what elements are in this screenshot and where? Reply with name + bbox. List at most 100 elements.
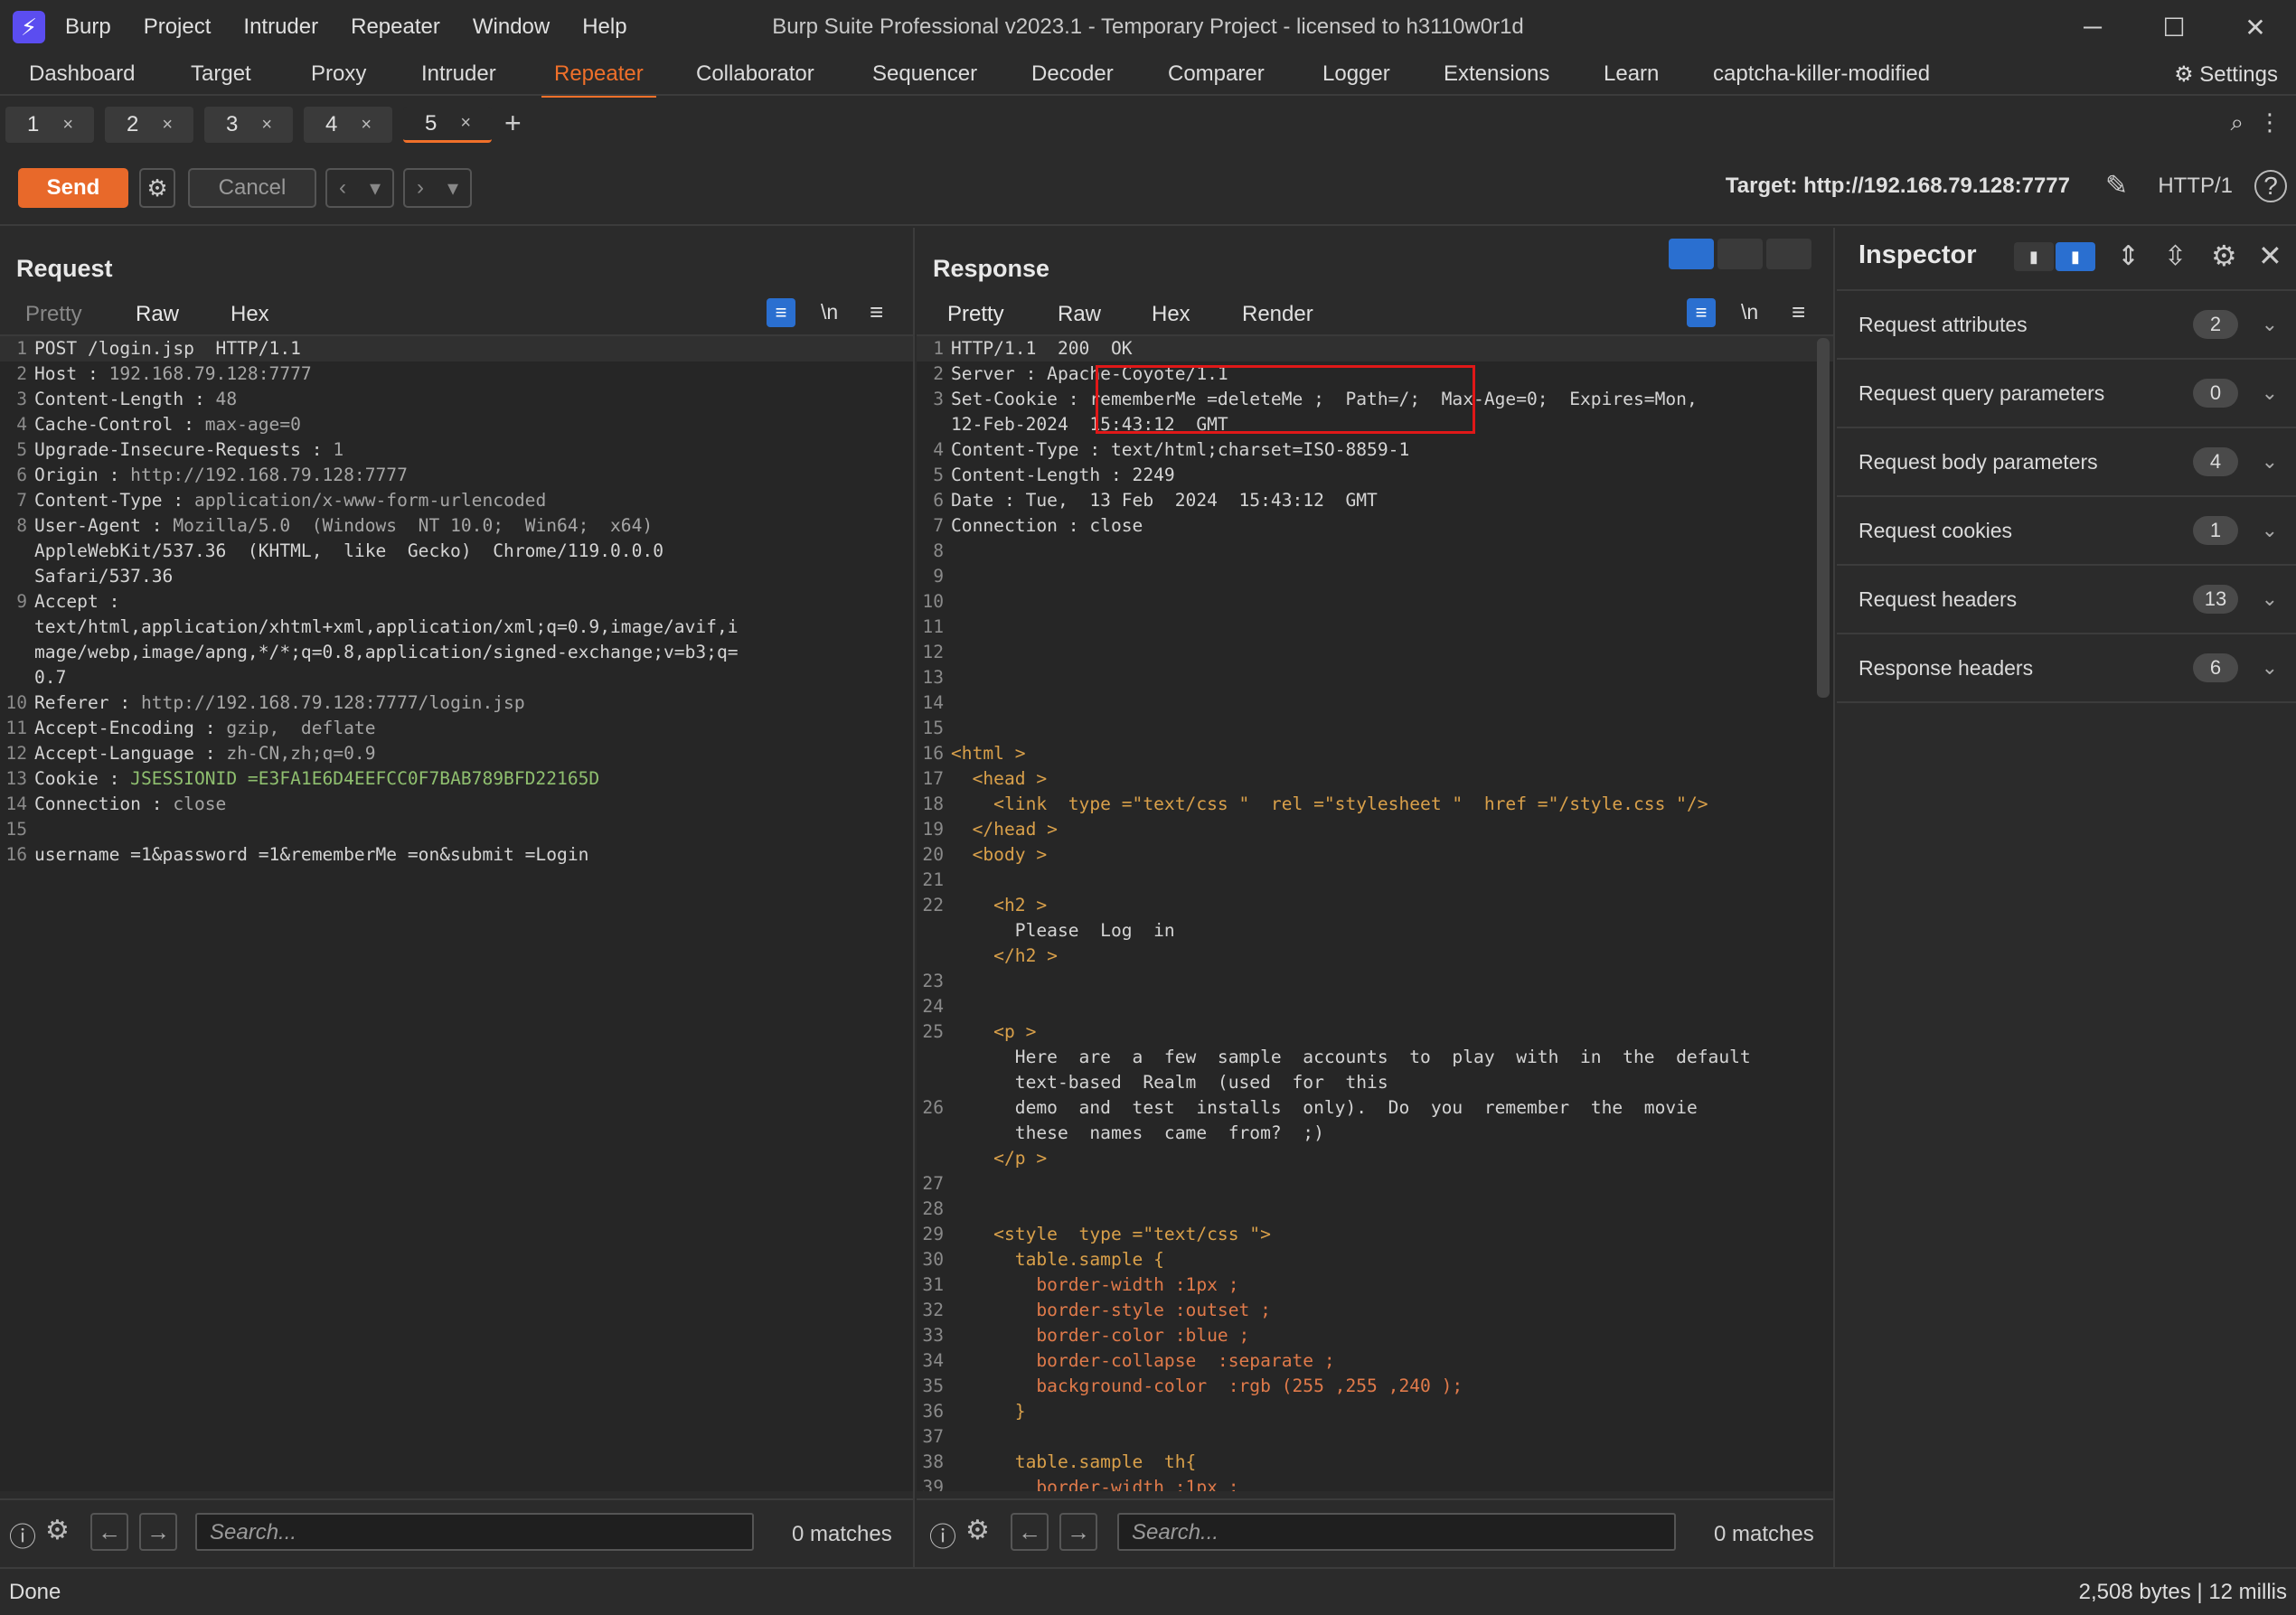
close-window-button[interactable]: ✕ xyxy=(2215,0,2296,54)
inspector-request-body-parameters[interactable]: Request body parameters 4 ⌄ xyxy=(1837,428,2296,497)
response-line: 15 xyxy=(917,716,1833,741)
response-tab-hex[interactable]: Hex xyxy=(1152,302,1190,327)
response-scrollbar[interactable] xyxy=(1817,338,1830,698)
request-tab-pretty[interactable]: Pretty xyxy=(25,302,82,327)
layout-stacked-icon[interactable] xyxy=(1717,239,1763,269)
cancel-button[interactable]: Cancel xyxy=(188,168,316,208)
menu-icon[interactable]: ≡ xyxy=(1792,298,1805,326)
tab-target[interactable]: Target xyxy=(187,61,255,87)
line-number xyxy=(0,640,34,665)
tab-collaborator[interactable]: Collaborator xyxy=(692,61,818,87)
tab-sequencer[interactable]: Sequencer xyxy=(869,61,981,87)
inspector-layout-right-icon[interactable]: ▮ xyxy=(2056,242,2095,271)
gear-icon[interactable]: ⚙ xyxy=(965,1515,990,1546)
tab-logger[interactable]: Logger xyxy=(1319,61,1394,87)
show-newlines-toggle[interactable]: \n xyxy=(1741,300,1758,324)
help-icon[interactable]: ⓘ xyxy=(929,1515,956,1554)
inspector-layout-left-icon[interactable]: ▮ xyxy=(2014,242,2054,271)
close-tab-icon[interactable]: × xyxy=(261,115,272,136)
close-tab-icon[interactable]: × xyxy=(460,113,471,134)
repeater-tab-5[interactable]: 5 × xyxy=(403,107,492,143)
menu-repeater[interactable]: Repeater xyxy=(351,14,440,40)
response-line-text: Content-Length : 2249 xyxy=(951,465,1175,485)
response-line-text: border-color :blue ; xyxy=(951,1325,1250,1346)
request-editor[interactable]: 1 POST /login.jsp HTTP/1.1 2 Host : 192.168… xyxy=(0,334,913,1491)
wrap-lines-icon[interactable]: ≡ xyxy=(1687,298,1716,327)
menu-window[interactable]: Window xyxy=(473,14,550,40)
add-tab-icon[interactable]: + xyxy=(504,107,522,140)
response-tab-raw[interactable]: Raw xyxy=(1058,302,1101,327)
request-search-input[interactable]: Search... xyxy=(195,1513,754,1551)
tab-captcha-killer-modified[interactable]: captcha-killer-modified xyxy=(1709,61,1934,87)
next-match-button[interactable]: → xyxy=(139,1513,177,1551)
history-forward-button[interactable]: › ▾ xyxy=(403,168,472,208)
tab-learn[interactable]: Learn xyxy=(1600,61,1662,87)
layout-tabs-icon[interactable] xyxy=(1766,239,1811,269)
dropdown-icon[interactable]: ▾ xyxy=(447,175,458,202)
menu-burp[interactable]: Burp xyxy=(65,14,111,40)
close-inspector-icon[interactable]: ✕ xyxy=(2258,239,2282,273)
edit-target-pencil-icon[interactable]: ✎ xyxy=(2105,170,2128,202)
close-tab-icon[interactable]: × xyxy=(361,115,372,136)
help-icon[interactable]: ? xyxy=(2254,170,2287,202)
line-number: 22 xyxy=(922,895,944,915)
response-line-text xyxy=(951,1171,1833,1197)
menu-help[interactable]: Help xyxy=(582,14,626,40)
response-tab-pretty[interactable]: Pretty xyxy=(920,302,1031,339)
http-version-toggle[interactable]: HTTP/1 xyxy=(2158,174,2233,199)
help-icon[interactable]: ⓘ xyxy=(9,1515,36,1554)
menu-project[interactable]: Project xyxy=(144,14,212,40)
response-line-text xyxy=(951,615,1833,640)
inspector-request-cookies[interactable]: Request cookies 1 ⌄ xyxy=(1837,497,2296,566)
previous-match-button[interactable]: ← xyxy=(1011,1513,1049,1551)
more-options-icon[interactable]: ⋮ xyxy=(2258,108,2282,136)
tab-proxy[interactable]: Proxy xyxy=(307,61,370,87)
response-editor[interactable]: 1 HTTP/1.1 200 OK 2 Server : Apache-Coyote/… xyxy=(917,334,1833,1491)
expand-all-icon[interactable]: ⇕ xyxy=(2117,240,2140,272)
close-tab-icon[interactable]: × xyxy=(162,115,173,136)
response-line-text: text-based Realm (used for this xyxy=(951,1072,1388,1093)
send-button[interactable]: Send xyxy=(18,168,128,208)
inspector-response-headers[interactable]: Response headers 6 ⌄ xyxy=(1837,634,2296,703)
inspector-request-attributes[interactable]: Request attributes 2 ⌄ xyxy=(1837,291,2296,360)
repeater-tab-3[interactable]: 3 × xyxy=(204,107,293,143)
dropdown-icon[interactable]: ▾ xyxy=(370,175,381,202)
inspector-request-headers[interactable]: Request headers 13 ⌄ xyxy=(1837,566,2296,634)
menu-icon[interactable]: ≡ xyxy=(870,298,883,326)
repeater-tab-4[interactable]: 4 × xyxy=(304,107,392,143)
request-line: 5 Upgrade-Insecure-Requests : 1 xyxy=(0,437,913,463)
search-icon[interactable]: ⌕ xyxy=(2230,108,2244,137)
collapse-all-icon[interactable]: ⇳ xyxy=(2164,240,2187,272)
layout-side-by-side-icon[interactable] xyxy=(1669,239,1714,269)
response-search-input[interactable]: Search... xyxy=(1117,1513,1676,1551)
line-number: 20 xyxy=(922,844,944,865)
repeater-tab-2[interactable]: 2 × xyxy=(105,107,193,143)
minimize-button[interactable]: ─ xyxy=(2052,0,2133,54)
tab-comparer[interactable]: Comparer xyxy=(1164,61,1268,87)
repeater-tab-1[interactable]: 1 × xyxy=(5,107,94,143)
previous-match-button[interactable]: ← xyxy=(90,1513,128,1551)
send-options-gear-icon[interactable]: ⚙ xyxy=(139,168,175,208)
tab-intruder[interactable]: Intruder xyxy=(418,61,500,87)
wrap-lines-icon[interactable]: ≡ xyxy=(767,298,795,327)
inspector-request-query-parameters[interactable]: Request query parameters 0 ⌄ xyxy=(1837,360,2296,428)
request-tab-hex[interactable]: Hex xyxy=(231,302,269,327)
show-newlines-toggle[interactable]: \n xyxy=(821,300,838,324)
history-back-button[interactable]: ‹ ▾ xyxy=(325,168,394,208)
maximize-button[interactable]: ☐ xyxy=(2133,0,2215,54)
response-line-text xyxy=(951,690,1833,716)
tab-dashboard[interactable]: Dashboard xyxy=(25,61,138,87)
tab-decoder[interactable]: Decoder xyxy=(1028,61,1117,87)
response-tab-render[interactable]: Render xyxy=(1242,302,1313,327)
request-tab-raw[interactable]: Raw xyxy=(108,302,207,339)
menu-intruder[interactable]: Intruder xyxy=(243,14,318,40)
tab-extensions[interactable]: Extensions xyxy=(1440,61,1553,87)
tab-repeater[interactable]: Repeater xyxy=(541,61,656,99)
settings-button[interactable]: ⚙ Settings xyxy=(2174,61,2278,88)
response-line-text: Connection : close xyxy=(951,515,1143,536)
line-number: 17 xyxy=(922,768,944,789)
gear-icon[interactable]: ⚙ xyxy=(2211,239,2237,273)
next-match-button[interactable]: → xyxy=(1059,1513,1097,1551)
close-tab-icon[interactable]: × xyxy=(62,115,73,136)
gear-icon[interactable]: ⚙ xyxy=(45,1515,70,1546)
